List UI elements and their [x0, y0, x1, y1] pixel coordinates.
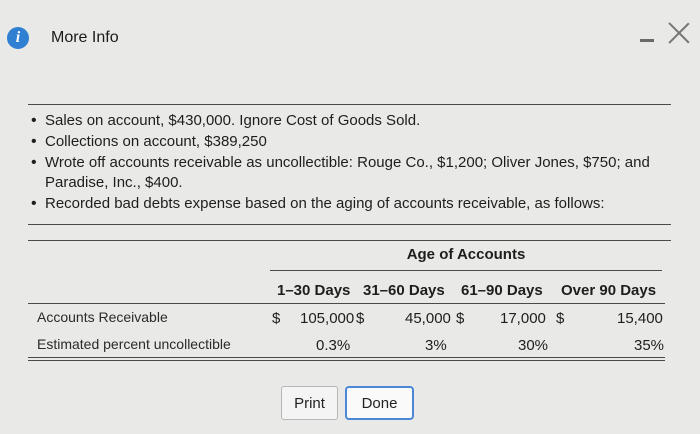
table-cell: 17,000	[500, 310, 546, 327]
currency-symbol: $	[356, 310, 365, 327]
age-group-header: Age of Accounts	[406, 246, 526, 263]
table-cell: 3%	[425, 337, 447, 354]
close-icon[interactable]	[668, 22, 690, 44]
table-bottom-rule-2	[28, 360, 665, 361]
list-item: Sales on account, $430,000. Ignore Cost …	[31, 111, 673, 131]
currency-symbol: $	[272, 310, 281, 327]
info-icon: i	[7, 27, 29, 49]
list-item: Collections on account, $389,250	[31, 132, 673, 152]
column-header: 61–90 Days	[461, 282, 543, 299]
top-divider	[28, 104, 671, 105]
table-cell: 15,400	[617, 310, 663, 327]
row-label: Accounts Receivable	[37, 309, 168, 325]
table-cell: 105,000	[300, 310, 355, 327]
group-header-rule	[270, 270, 662, 271]
table-top-rule-2	[28, 240, 671, 241]
table-top-rule	[28, 224, 671, 225]
dialog-titlebar: i More Info	[0, 0, 700, 78]
minimize-icon[interactable]	[640, 39, 654, 42]
row-label: Estimated percent uncollectible	[37, 336, 231, 352]
column-header: 31–60 Days	[363, 282, 445, 299]
print-button[interactable]: Print	[281, 386, 338, 420]
column-header: 1–30 Days	[277, 282, 351, 299]
currency-symbol: $	[556, 310, 565, 327]
currency-symbol: $	[456, 310, 465, 327]
dialog-title: More Info	[51, 29, 119, 46]
transaction-list: Sales on account, $430,000. Ignore Cost …	[31, 111, 673, 215]
table-cell: 45,000	[405, 310, 451, 327]
column-header: Over 90 Days	[561, 282, 657, 299]
list-item: Recorded bad debts expense based on the …	[31, 194, 673, 214]
header-underline	[28, 303, 665, 304]
table-cell: 30%	[518, 337, 549, 354]
list-item: Wrote off accounts receivable as uncolle…	[31, 153, 673, 193]
table-cell: 0.3%	[316, 337, 351, 354]
done-button[interactable]: Done	[345, 386, 414, 420]
table-bottom-rule	[28, 357, 665, 358]
table-cell: 35%	[634, 337, 665, 354]
